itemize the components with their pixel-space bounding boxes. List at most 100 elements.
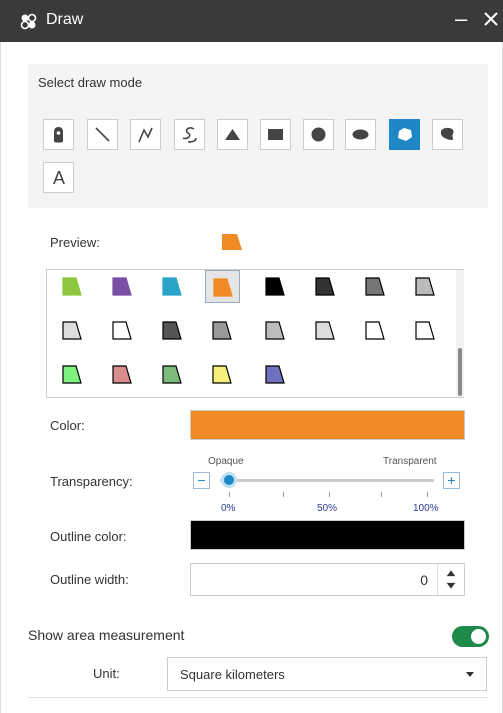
- tool-circle-button[interactable]: [303, 119, 334, 150]
- color-picker[interactable]: [190, 410, 465, 440]
- fill-symbol-icon: [365, 321, 385, 340]
- fill-symbol-icon: [62, 321, 82, 340]
- transparency-slider-handle[interactable]: [221, 472, 237, 488]
- tool-freehand-polygon-button[interactable]: [432, 119, 463, 150]
- symbol-swatch[interactable]: [55, 270, 90, 303]
- fill-symbol-icon: [162, 321, 182, 340]
- symbol-swatch[interactable]: [55, 314, 90, 347]
- symbol-swatch[interactable]: [408, 270, 443, 303]
- transparency-label: Transparency:: [50, 474, 133, 489]
- tool-rectangle-button[interactable]: [260, 119, 291, 150]
- fill-symbol-icon: [212, 321, 232, 340]
- fill-symbol-icon: [62, 365, 82, 384]
- fill-symbol-icon: [265, 365, 285, 384]
- draw-widget-icon: [20, 13, 37, 30]
- symbol-swatch[interactable]: [155, 358, 190, 391]
- symbol-swatch[interactable]: [258, 270, 293, 303]
- symbol-swatch[interactable]: [205, 270, 240, 303]
- tool-polyline-button[interactable]: [130, 119, 161, 150]
- transparency-increase-button[interactable]: +: [443, 472, 460, 489]
- fill-symbol-icon: [315, 321, 335, 340]
- symbol-swatch[interactable]: [105, 358, 140, 391]
- fill-symbol-icon: [112, 277, 132, 296]
- slider-tick: [427, 492, 428, 497]
- minimize-button[interactable]: –: [455, 6, 467, 32]
- fill-symbol-icon: [415, 277, 435, 296]
- tool-triangle-button[interactable]: [217, 119, 248, 150]
- fill-symbol-icon: [365, 277, 385, 296]
- tool-freehand-polyline-button[interactable]: [174, 119, 205, 150]
- slider-tick: [381, 492, 382, 497]
- toggle-knob: [471, 629, 486, 644]
- symbol-swatch[interactable]: [358, 270, 393, 303]
- outline-color-picker[interactable]: [190, 520, 465, 550]
- symbol-swatch[interactable]: [358, 314, 393, 347]
- close-icon[interactable]: [483, 9, 499, 29]
- unit-value: Square kilometers: [180, 667, 285, 682]
- text-icon: A: [53, 168, 66, 188]
- slider-tick: [283, 492, 284, 497]
- slider-tick: [329, 492, 330, 497]
- rectangle-icon: [268, 129, 283, 140]
- tick-label-100: 100%: [413, 503, 439, 514]
- symbol-swatch[interactable]: [105, 270, 140, 303]
- fill-symbol-icon: [112, 321, 132, 340]
- tool-polygon-button[interactable]: [389, 119, 420, 150]
- symbol-swatch[interactable]: [408, 314, 443, 347]
- symbol-swatch[interactable]: [105, 314, 140, 347]
- fill-symbol-icon: [162, 277, 182, 296]
- transparency-slider-track[interactable]: [220, 479, 434, 482]
- symbol-swatch[interactable]: [205, 314, 240, 347]
- area-measurement-toggle[interactable]: [452, 626, 489, 647]
- symbol-swatch[interactable]: [258, 314, 293, 347]
- tick-label-0: 0%: [221, 503, 236, 514]
- symbol-swatch[interactable]: [258, 358, 293, 391]
- symbol-swatch[interactable]: [308, 270, 343, 303]
- color-label: Color:: [50, 418, 85, 433]
- symbol-swatch[interactable]: [205, 358, 240, 391]
- fill-symbol-icon: [212, 365, 232, 384]
- unit-label: Unit:: [93, 666, 120, 681]
- symbol-swatch[interactable]: [155, 314, 190, 347]
- fill-symbol-icon: [112, 365, 132, 384]
- tick-label-50: 50%: [317, 503, 338, 514]
- area-measurement-label: Show area measurement: [28, 627, 185, 643]
- fill-symbol-icon: [265, 321, 285, 340]
- symbol-swatch[interactable]: [55, 358, 90, 391]
- fill-symbol-icon: [62, 277, 82, 296]
- divider: [28, 697, 488, 698]
- title-bar: Draw –: [0, 0, 503, 42]
- line-icon: [95, 127, 110, 142]
- point-icon: [54, 127, 63, 143]
- transparency-decrease-button[interactable]: −: [193, 472, 210, 489]
- transparent-label: Transparent: [383, 456, 437, 467]
- outline-color-label: Outline color:: [50, 529, 127, 544]
- ellipse-icon: [352, 129, 369, 140]
- window-title: Draw: [46, 11, 84, 28]
- tool-ellipse-button[interactable]: [345, 119, 376, 150]
- preview-label: Preview:: [50, 235, 100, 250]
- circle-icon: [311, 127, 326, 142]
- freehand-polyline-icon: [182, 127, 197, 143]
- unit-select[interactable]: Square kilometers: [167, 657, 487, 691]
- slider-tick: [229, 492, 230, 497]
- fill-symbol-icon: [265, 277, 285, 296]
- fill-symbol-icon: [162, 365, 182, 384]
- outline-width-value: 0: [420, 572, 428, 588]
- tool-point-button[interactable]: [43, 119, 74, 150]
- polyline-icon: [138, 127, 153, 143]
- fill-symbol-icon: [315, 277, 335, 296]
- tool-line-button[interactable]: [87, 119, 118, 150]
- draw-mode-label: Select draw mode: [38, 75, 143, 90]
- preview-swatch: [222, 234, 242, 250]
- symbol-swatch[interactable]: [308, 314, 343, 347]
- outline-width-label: Outline width:: [50, 572, 129, 587]
- symbol-swatch[interactable]: [155, 270, 190, 303]
- outline-width-input[interactable]: 0: [190, 563, 465, 596]
- spinner-arrows-icon[interactable]: [437, 564, 464, 595]
- fill-symbol-icon: [415, 321, 435, 340]
- scrollbar-thumb[interactable]: [458, 348, 462, 396]
- freehand-polygon-icon: [440, 127, 454, 140]
- tool-text-button[interactable]: A: [43, 162, 74, 193]
- chevron-down-icon: [466, 672, 474, 677]
